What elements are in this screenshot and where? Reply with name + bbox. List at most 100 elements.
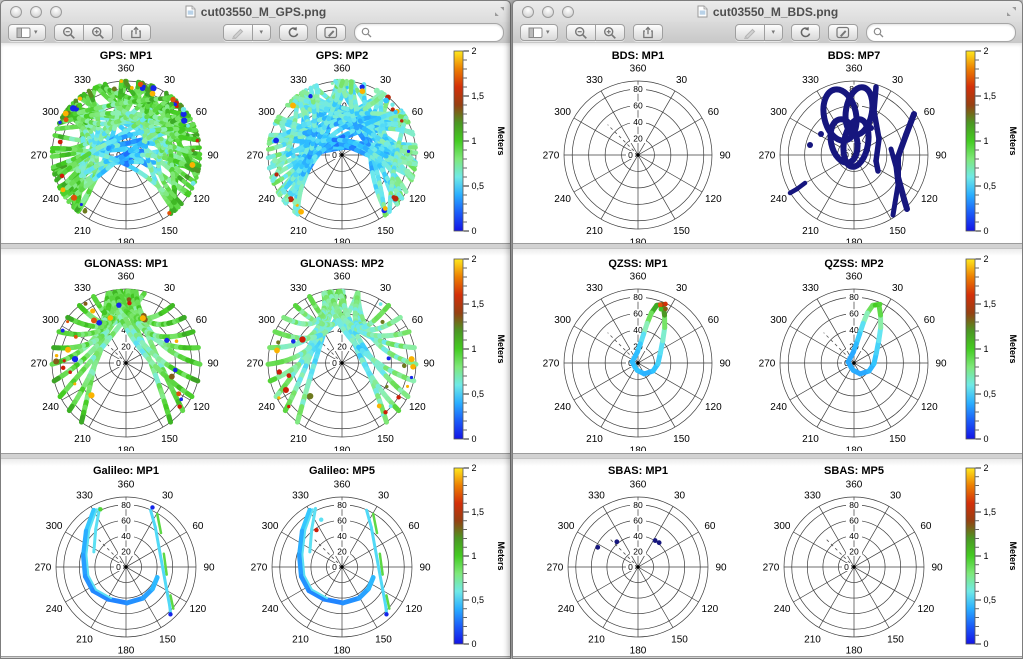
highlight-button[interactable] <box>735 24 765 41</box>
svg-text:40: 40 <box>633 117 643 127</box>
skyplot-qzss-mp1: QZSS: MP13603060901201501802102402703003… <box>516 251 742 451</box>
highlight-dropdown-button[interactable]: ▾ <box>252 24 272 41</box>
svg-text:150: 150 <box>161 226 178 237</box>
svg-text:330: 330 <box>586 283 603 294</box>
svg-text:330: 330 <box>804 490 821 501</box>
markup-button[interactable] <box>828 24 858 41</box>
window-title-area: cut03550_M_BDS.png <box>513 1 1022 22</box>
svg-text:270: 270 <box>547 562 564 573</box>
sidebar-view-button[interactable]: ▾ <box>520 24 558 41</box>
svg-text:300: 300 <box>258 315 275 326</box>
skyplot-bds-mp1: BDS: MP136030609012015018021024027030033… <box>516 43 742 243</box>
chevron-down-icon: ▾ <box>546 29 550 36</box>
svg-text:90: 90 <box>419 562 431 573</box>
minimize-button[interactable] <box>542 6 554 18</box>
svg-text:0,5: 0,5 <box>984 389 997 399</box>
search-field[interactable] <box>866 23 1016 42</box>
svg-text:0,5: 0,5 <box>472 389 485 399</box>
svg-text:1: 1 <box>984 551 989 561</box>
svg-text:0: 0 <box>472 434 477 444</box>
svg-text:270: 270 <box>759 359 776 370</box>
search-input[interactable] <box>376 26 497 40</box>
close-button[interactable] <box>10 6 22 18</box>
zoom-in-button[interactable] <box>83 24 113 41</box>
svg-text:60: 60 <box>924 107 936 118</box>
svg-text:270: 270 <box>35 562 52 573</box>
zoom-window-button[interactable] <box>562 6 574 18</box>
svg-text:0: 0 <box>332 358 337 368</box>
svg-text:120: 120 <box>409 402 426 413</box>
fullscreen-icon[interactable] <box>1006 6 1017 17</box>
svg-text:BDS: MP7: BDS: MP7 <box>828 50 881 62</box>
title-bar[interactable]: cut03550_M_GPS.png <box>1 1 510 22</box>
skyplot-gps-mp2: GPS: MP236030609012015018021024027030033… <box>230 43 448 243</box>
svg-text:2: 2 <box>984 463 989 473</box>
svg-text:360: 360 <box>334 479 351 490</box>
svg-text:40: 40 <box>633 530 643 540</box>
highlight-button[interactable] <box>223 24 253 41</box>
plot-row-qzss: QZSS: MP13603060901201501802102402703003… <box>513 248 1022 454</box>
title-bar[interactable]: cut03550_M_BDS.png <box>513 1 1022 22</box>
svg-text:120: 120 <box>193 402 210 413</box>
rotate-left-button[interactable] <box>791 24 820 41</box>
svg-text:210: 210 <box>74 434 91 445</box>
svg-text:SBAS: MP1: SBAS: MP1 <box>608 465 668 477</box>
svg-text:60: 60 <box>708 107 720 118</box>
svg-text:80: 80 <box>337 499 347 509</box>
close-button[interactable] <box>522 6 534 18</box>
svg-text:330: 330 <box>588 490 605 501</box>
preview-window-bds: cut03550_M_BDS.png ▾ ▾ <box>512 0 1023 659</box>
svg-text:270: 270 <box>247 359 264 370</box>
svg-text:1: 1 <box>472 551 477 561</box>
svg-text:240: 240 <box>554 194 571 205</box>
svg-text:30: 30 <box>892 283 904 294</box>
share-button[interactable] <box>121 24 151 41</box>
svg-text:60: 60 <box>633 101 643 111</box>
search-icon <box>361 27 372 38</box>
rotate-left-icon <box>799 26 812 39</box>
svg-text:180: 180 <box>846 238 863 244</box>
highlighter-icon <box>743 27 757 39</box>
svg-text:2: 2 <box>472 254 477 264</box>
zoom-out-button[interactable] <box>566 24 596 41</box>
svg-text:360: 360 <box>118 272 135 283</box>
svg-text:210: 210 <box>586 226 603 237</box>
svg-text:Meters: Meters <box>496 334 506 363</box>
svg-text:80: 80 <box>849 499 859 509</box>
svg-text:240: 240 <box>554 402 571 413</box>
svg-text:240: 240 <box>262 604 279 615</box>
svg-text:0,5: 0,5 <box>472 595 485 605</box>
svg-text:1,5: 1,5 <box>472 91 485 101</box>
svg-text:360: 360 <box>334 272 351 283</box>
colorbar-meters: 21,510,50Meters <box>448 43 508 243</box>
zoom-out-button[interactable] <box>54 24 84 41</box>
fullscreen-icon[interactable] <box>494 6 505 17</box>
markup-button[interactable] <box>316 24 346 41</box>
svg-text:90: 90 <box>935 359 947 370</box>
svg-text:90: 90 <box>423 151 435 162</box>
highlight-dropdown-button[interactable]: ▾ <box>764 24 784 41</box>
minimize-button[interactable] <box>30 6 42 18</box>
search-field[interactable] <box>354 23 504 42</box>
zoom-in-button[interactable] <box>595 24 625 41</box>
svg-text:1,5: 1,5 <box>984 507 997 517</box>
svg-text:360: 360 <box>118 479 135 490</box>
svg-text:210: 210 <box>804 634 821 645</box>
svg-text:1,5: 1,5 <box>472 507 485 517</box>
svg-text:300: 300 <box>46 521 63 532</box>
search-input[interactable] <box>888 26 1009 40</box>
svg-text:330: 330 <box>76 490 93 501</box>
zoom-window-button[interactable] <box>50 6 62 18</box>
svg-text:240: 240 <box>770 402 787 413</box>
svg-text:120: 120 <box>193 194 210 205</box>
colorbar-meters: 21,510,50Meters <box>960 460 1020 656</box>
svg-text:QZSS: MP1: QZSS: MP1 <box>608 258 667 270</box>
share-button[interactable] <box>633 24 663 41</box>
skyplot-sbas-mp5: SBAS: MP53603060901201501802102402703003… <box>742 460 960 656</box>
preview-window-gps: cut03550_M_GPS.png ▾ ▾ <box>0 0 511 659</box>
svg-text:GPS: MP1: GPS: MP1 <box>100 50 153 62</box>
svg-text:20: 20 <box>337 546 347 556</box>
magnifier-plus-icon <box>603 26 617 40</box>
rotate-left-button[interactable] <box>279 24 308 41</box>
sidebar-view-button[interactable]: ▾ <box>8 24 46 41</box>
